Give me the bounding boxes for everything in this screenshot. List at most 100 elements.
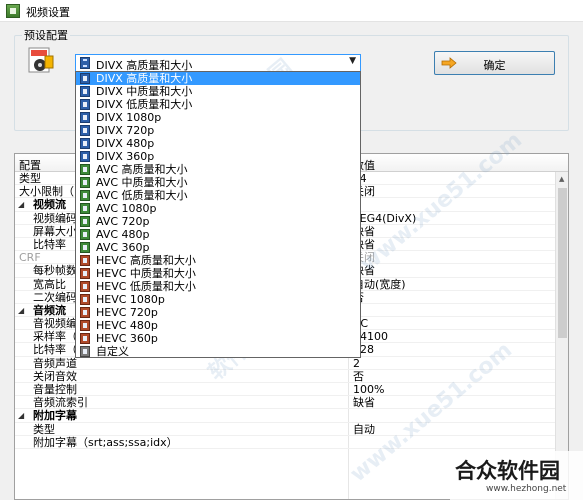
grid-row-key: 每秒帧数 — [33, 264, 77, 278]
dropdown-item-label: HEVC 720p — [96, 306, 158, 319]
film-icon — [80, 73, 90, 84]
grid-row-key: 关闭音效 — [33, 369, 77, 383]
grid-row[interactable]: 附加字幕（srt;ass;ssa;idx） — [15, 436, 556, 449]
dropdown-item[interactable]: HEVC 低质量和大小 — [76, 280, 360, 293]
grid-row-key: 附加字幕 — [33, 409, 77, 423]
grid-row-value[interactable]: 100% — [353, 383, 384, 396]
film-icon — [80, 112, 90, 123]
dropdown-item-label: DIVX 1080p — [96, 111, 162, 124]
dropdown-item[interactable]: DIVX 高质量和大小 — [76, 72, 360, 85]
grid-row[interactable]: 音频声道 2 — [15, 357, 556, 370]
film-icon — [80, 255, 90, 266]
film-icon — [80, 151, 90, 162]
dropdown-item[interactable]: AVC 低质量和大小 — [76, 189, 360, 202]
film-icon — [80, 294, 90, 305]
dropdown-item[interactable]: DIVX 低质量和大小 — [76, 98, 360, 111]
custom-settings-icon — [80, 346, 90, 357]
grid-row-key: 宽高比 — [33, 277, 66, 291]
grid-row-key: 类型 — [19, 172, 41, 185]
grid-row-key: 视频流 — [33, 198, 66, 212]
film-icon — [80, 57, 90, 69]
grid-row-value[interactable]: 2 — [353, 357, 360, 370]
grid-row-value[interactable]: PEG4(DivX) — [353, 212, 416, 225]
dropdown-item[interactable]: 自定义 — [76, 345, 360, 358]
grid-row-key: 音频流 — [33, 303, 66, 317]
grid-row-key: 音频声道 — [33, 356, 77, 370]
dropdown-item[interactable]: DIVX 480p — [76, 137, 360, 150]
film-icon — [80, 164, 90, 175]
grid-row[interactable]: 音量控制 100% — [15, 383, 556, 397]
film-icon — [80, 125, 90, 136]
chevron-down-icon[interactable]: ▼ — [349, 56, 356, 66]
grid-row-key: 采样率（ — [33, 330, 77, 344]
dropdown-item-label: HEVC 中质量和大小 — [96, 267, 196, 280]
film-icon — [80, 333, 90, 344]
preset-combobox[interactable]: DIVX 高质量和大小 ▼ — [75, 54, 361, 72]
dropdown-item[interactable]: HEVC 480p — [76, 319, 360, 332]
dropdown-item[interactable]: DIVX 720p — [76, 124, 360, 137]
dropdown-item-label: AVC 360p — [96, 241, 150, 254]
dropdown-item[interactable]: AVC 中质量和大小 — [76, 176, 360, 189]
grid-row-value[interactable]: 否 — [353, 370, 364, 383]
dropdown-item[interactable]: AVC 360p — [76, 241, 360, 254]
dropdown-item-label: AVC 低质量和大小 — [96, 189, 188, 202]
grid-row-key: 比特率 — [33, 237, 66, 251]
dropdown-item-label: HEVC 360p — [96, 332, 158, 345]
grid-row-key: 大小限制（ — [19, 185, 74, 199]
dropdown-item[interactable]: AVC 720p — [76, 215, 360, 228]
grid-row[interactable]: 音频流索引 缺省 — [15, 396, 556, 410]
site-logo-url: www.hezhong.net — [486, 484, 567, 494]
dropdown-item-label: HEVC 低质量和大小 — [96, 280, 196, 293]
dropdown-item-label: DIVX 中质量和大小 — [96, 85, 193, 98]
dropdown-item[interactable]: HEVC 中质量和大小 — [76, 267, 360, 280]
film-icon — [80, 216, 90, 227]
film-icon — [80, 242, 90, 253]
grid-row-value[interactable]: 自动 — [353, 423, 375, 436]
dropdown-item-label: DIVX 低质量和大小 — [96, 98, 193, 111]
collapse-triangle-icon[interactable]: ◢ — [18, 409, 24, 422]
grid-row-key: 音量控制 — [33, 383, 77, 396]
app-icon — [6, 4, 20, 18]
dropdown-item[interactable]: HEVC 1080p — [76, 293, 360, 306]
collapse-triangle-icon[interactable]: ◢ — [18, 198, 24, 211]
dropdown-item[interactable]: AVC 480p — [76, 228, 360, 241]
film-icon — [80, 268, 90, 279]
grid-row-key: 视频编码 — [33, 211, 77, 225]
grid-row[interactable]: 关闭音效 否 — [15, 370, 556, 383]
dropdown-item-label: AVC 720p — [96, 215, 150, 228]
dropdown-item[interactable]: AVC 高质量和大小 — [76, 163, 360, 176]
dropdown-item-label: HEVC 480p — [96, 319, 158, 332]
dropdown-item[interactable]: DIVX 360p — [76, 150, 360, 163]
preset-dropdown-list: DIVX 高质量和大小 DIVX 中质量和大小 DIVX 低质量和大小 DIVX 10… — [75, 71, 361, 358]
film-icon — [80, 229, 90, 240]
preset-group-label: 预设配置 — [22, 27, 70, 43]
dropdown-item-label: 自定义 — [96, 345, 129, 358]
dropdown-item-label: AVC 高质量和大小 — [96, 163, 188, 176]
ok-button-label: 确定 — [483, 59, 506, 72]
dropdown-item-label: DIVX 高质量和大小 — [96, 72, 193, 85]
dropdown-item-label: DIVX 480p — [96, 137, 155, 150]
scroll-up-icon[interactable]: ▲ — [559, 175, 564, 183]
dropdown-item[interactable]: DIVX 中质量和大小 — [76, 85, 360, 98]
grid-row-key: 二次编码 — [33, 290, 77, 304]
grid-row-value[interactable]: 缺省 — [353, 396, 375, 409]
grid-header-key[interactable]: 配置 — [19, 157, 41, 173]
ok-button[interactable]: 确定 — [434, 51, 555, 75]
grid-row[interactable]: 类型 自动 — [15, 423, 556, 436]
dropdown-item-label: AVC 480p — [96, 228, 150, 241]
grid-row-key: CRF — [19, 251, 41, 265]
grid-category-row[interactable]: ◢ 附加字幕 — [15, 409, 556, 423]
dropdown-item-label: DIVX 720p — [96, 124, 155, 137]
film-icon — [80, 99, 90, 110]
film-icon — [80, 320, 90, 331]
collapse-triangle-icon[interactable]: ◢ — [18, 304, 24, 317]
dropdown-item[interactable]: AVC 1080p — [76, 202, 360, 215]
title-bar: 视频设置 — [0, 0, 583, 22]
scrollbar-thumb[interactable] — [558, 188, 567, 338]
dropdown-item[interactable]: HEVC 高质量和大小 — [76, 254, 360, 267]
film-icon — [80, 138, 90, 149]
dropdown-item[interactable]: DIVX 1080p — [76, 111, 360, 124]
film-icon — [80, 177, 90, 188]
dropdown-item[interactable]: HEVC 720p — [76, 306, 360, 319]
dropdown-item[interactable]: HEVC 360p — [76, 332, 360, 345]
